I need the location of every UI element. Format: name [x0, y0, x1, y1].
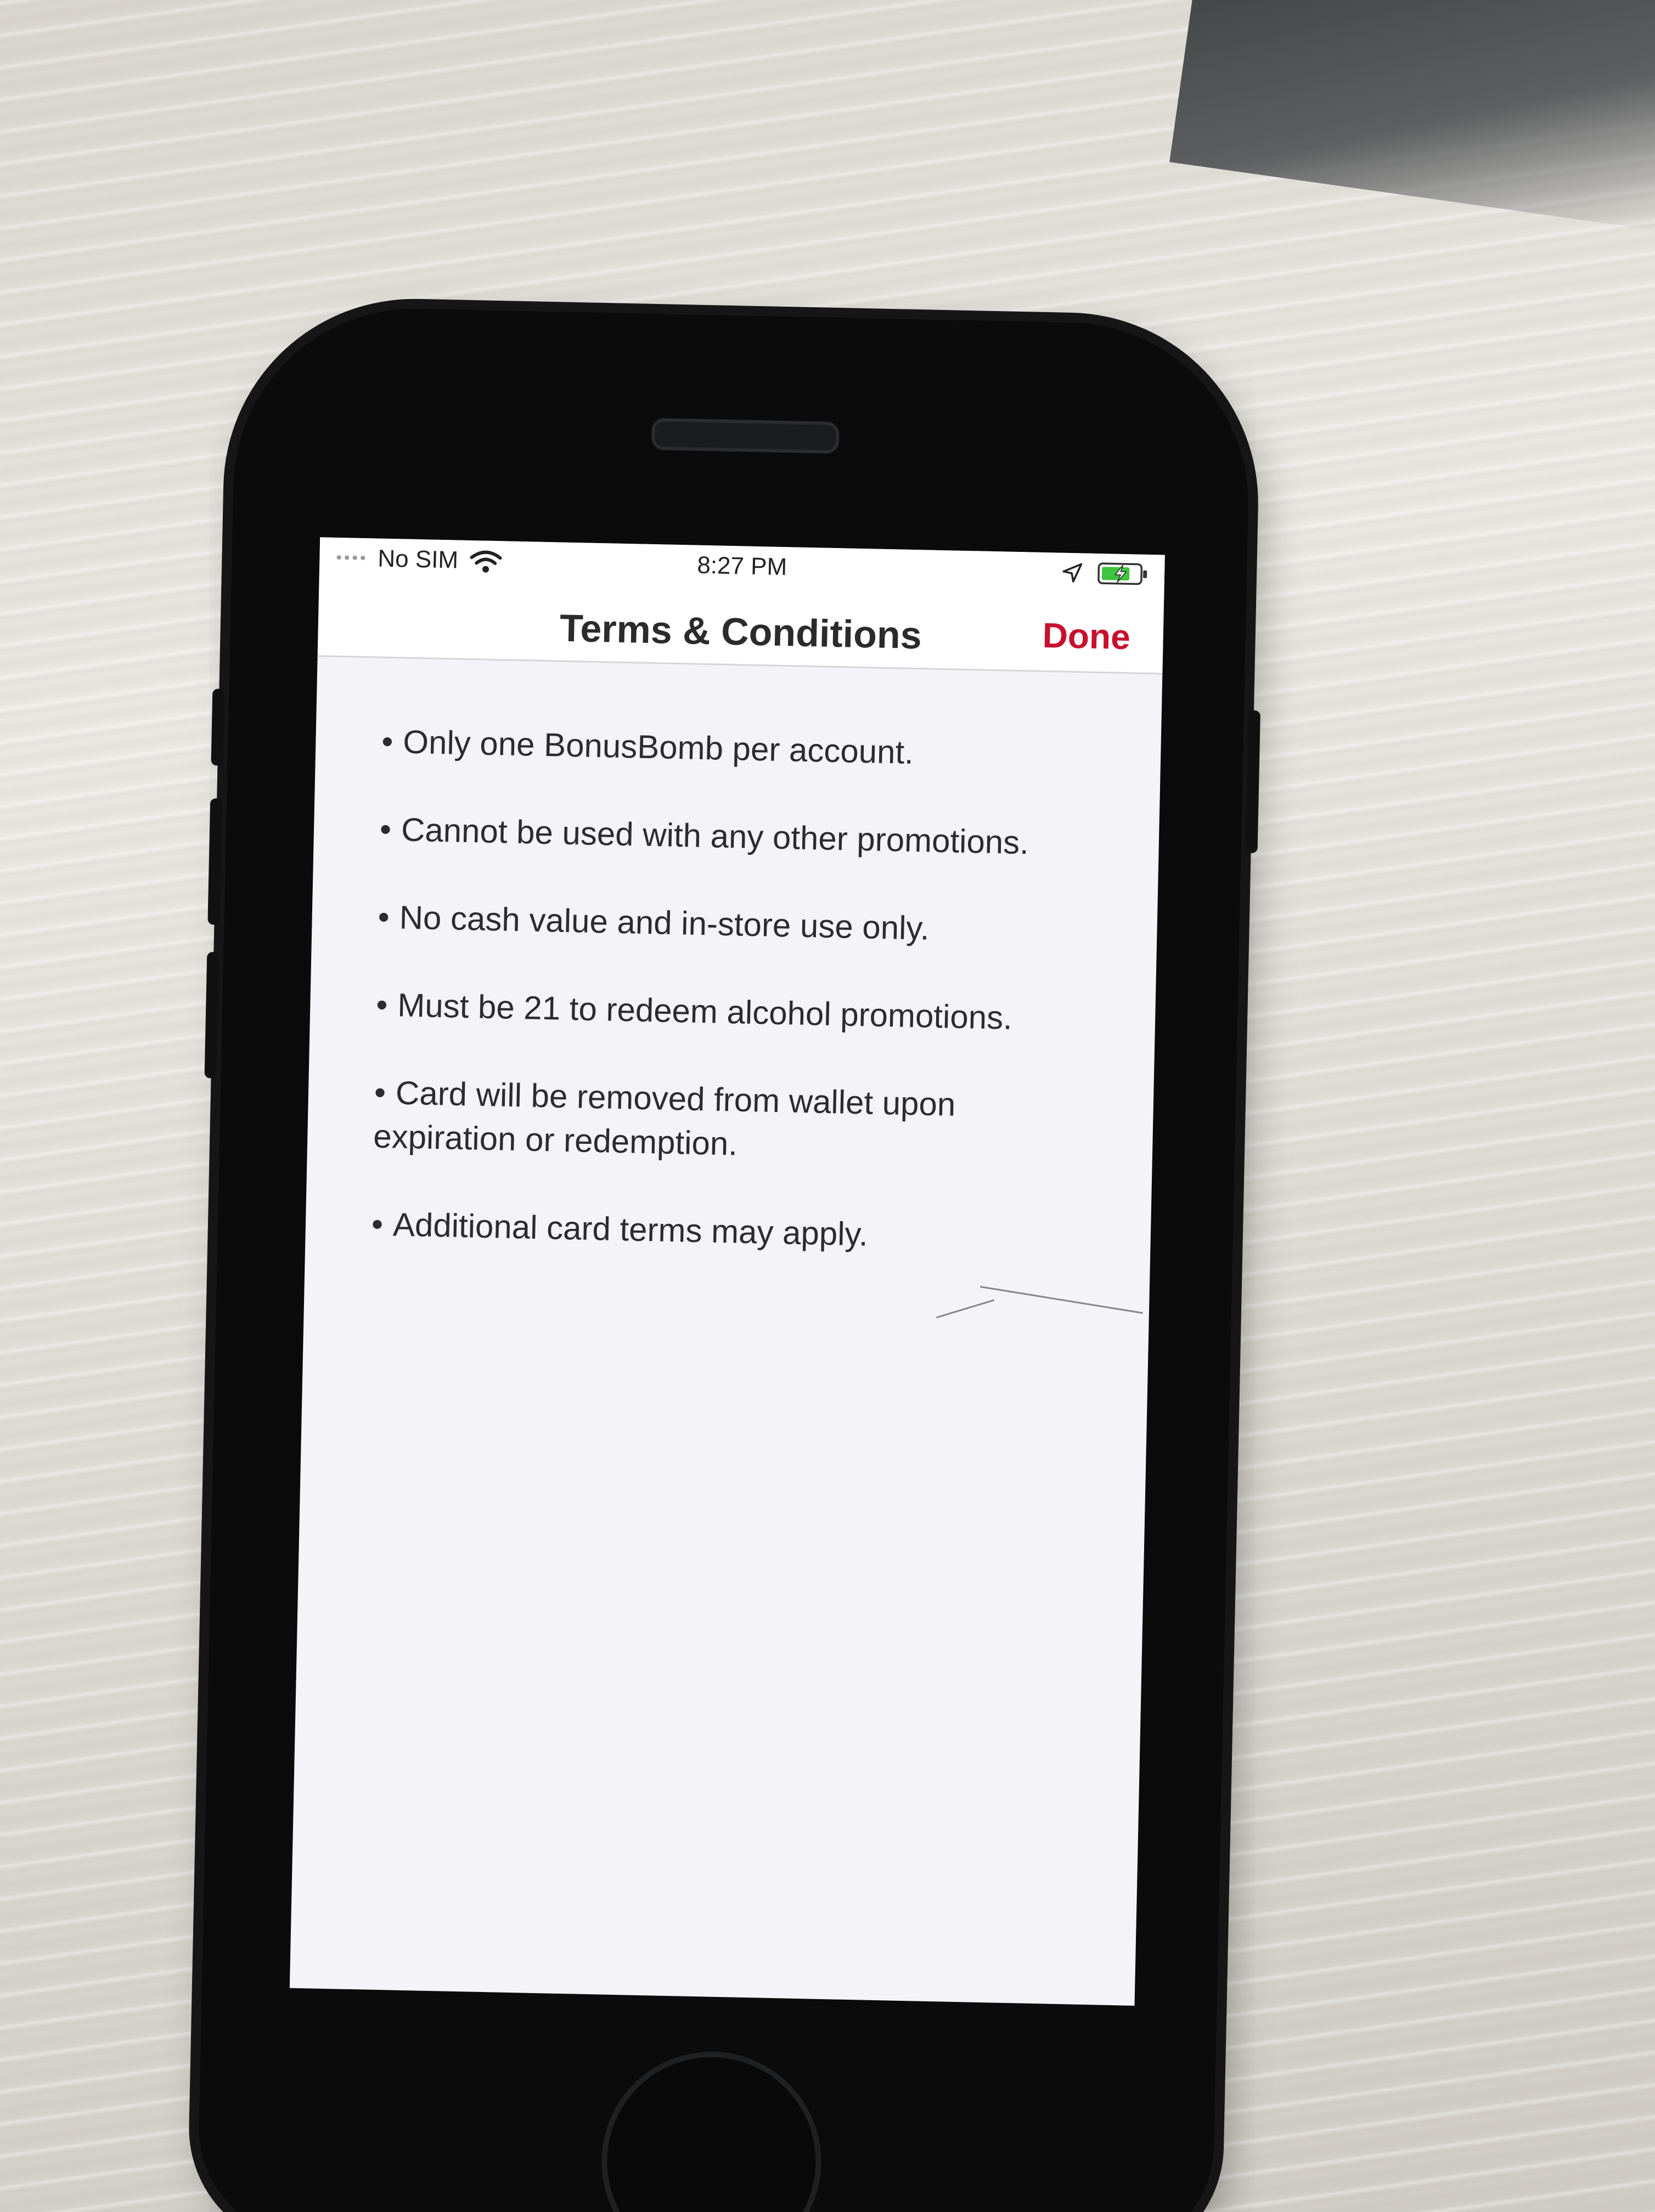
page-title: Terms & Conditions	[559, 606, 922, 657]
term-text: Cannot be used with any other promotions…	[401, 811, 1029, 861]
term-text: Must be 21 to redeem alcohol promotions.	[397, 986, 1013, 1036]
location-arrow-icon	[1062, 563, 1083, 583]
term-item: • Only one BonusBomb per account.	[381, 720, 1062, 778]
term-text: Card will be removed from wallet upon ex…	[373, 1074, 956, 1163]
term-text: No cash value and in-store use only.	[399, 899, 930, 947]
phone: •••• No SIM 8:27 PM Terms & Conditions D…	[196, 305, 1260, 2212]
status-right	[1061, 561, 1149, 586]
term-text: Additional card terms may apply.	[392, 1206, 869, 1253]
term-item: • Must be 21 to redeem alcohol promotions…	[376, 983, 1057, 1041]
mute-switch	[211, 689, 225, 766]
done-button[interactable]: Done	[1042, 615, 1131, 657]
bullet: •	[379, 810, 392, 848]
terms-list: • Only one BonusBomb per account. • Cannot…	[370, 720, 1063, 1305]
home-button[interactable]	[599, 2049, 824, 2212]
battery-charging-icon	[1097, 562, 1147, 585]
screen: •••• No SIM 8:27 PM Terms & Conditions D…	[289, 537, 1165, 2006]
term-text: Only one BonusBomb per account.	[402, 723, 914, 771]
bullet: •	[375, 986, 389, 1024]
term-item: • Card will be removed from wallet upon e…	[373, 1071, 1055, 1173]
bullet: •	[371, 1205, 384, 1243]
term-item: • Additional card terms may apply.	[371, 1203, 1052, 1261]
bullet: •	[378, 898, 390, 936]
term-item: • No cash value and in-store use only.	[378, 895, 1059, 953]
clock: 8:27 PM	[696, 551, 787, 581]
earpiece	[651, 417, 840, 454]
bullet: •	[381, 723, 394, 760]
term-item: • Cannot be used with any other promotion…	[379, 808, 1060, 866]
bullet: •	[374, 1074, 386, 1111]
